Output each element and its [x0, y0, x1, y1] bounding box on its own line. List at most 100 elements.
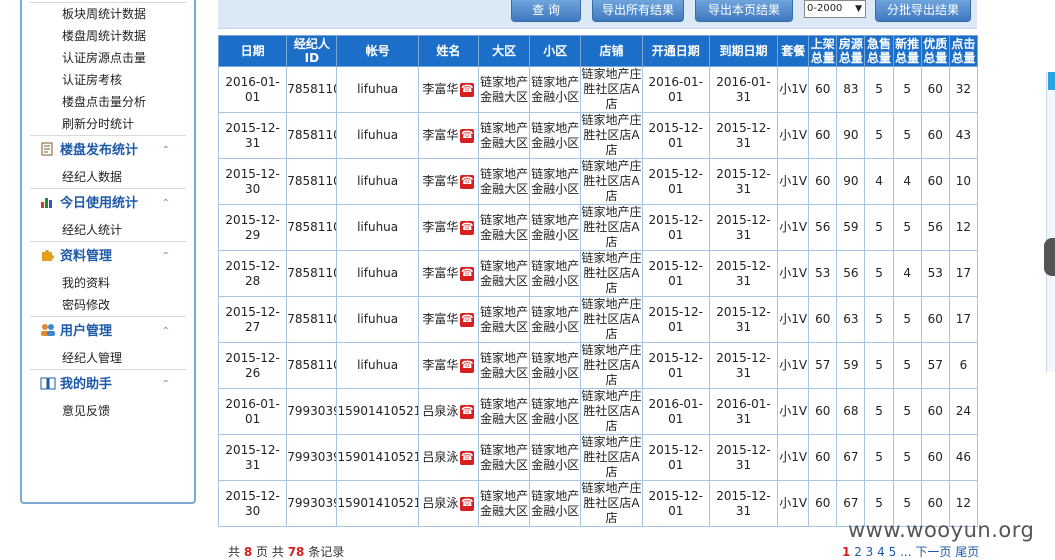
table-cell: 59	[836, 204, 866, 251]
table-cell: 56	[836, 250, 866, 297]
column-header[interactable]: 帐号	[336, 35, 419, 67]
agent-name-text: 吕泉泳	[422, 404, 459, 418]
column-header[interactable]: 急售总量	[864, 35, 894, 67]
phone-icon[interactable]: ☎	[460, 174, 475, 189]
chevron-up-icon[interactable]: ⌃	[162, 242, 170, 272]
phone-icon[interactable]: ☎	[460, 312, 475, 327]
column-header[interactable]: 店铺	[580, 35, 643, 67]
chevron-up-icon[interactable]: ⌃	[162, 136, 170, 166]
chevron-up-icon[interactable]: ⌃	[162, 370, 170, 400]
column-header[interactable]: 开通日期	[641, 35, 710, 67]
export-page-button[interactable]: 导出本页结果	[695, 0, 793, 22]
export-all-button[interactable]: 导出所有结果	[592, 0, 684, 22]
table-cell: 2015-12-31	[708, 296, 779, 343]
last-page-link[interactable]: 尾页	[955, 545, 979, 559]
table-cell: 56	[920, 204, 950, 251]
phone-icon[interactable]: ☎	[460, 358, 475, 373]
page-link[interactable]: 3	[866, 545, 874, 559]
sidebar-item[interactable]: 经纪人统计	[30, 219, 186, 241]
column-header[interactable]: 日期	[217, 35, 288, 67]
column-header[interactable]: 房源总量	[836, 35, 866, 67]
sidebar-item[interactable]: 意见反馈	[30, 400, 186, 422]
sidebar-section-header[interactable]: 用户管理 ⌃	[30, 317, 186, 347]
column-header[interactable]: 到期日期	[708, 35, 779, 67]
agent-name-text: 李富华	[422, 312, 459, 326]
table-cell: 5	[864, 388, 894, 435]
table-cell: 5	[892, 66, 922, 113]
pagination: 1 2 3 4 5 ... 下一页 尾页	[842, 543, 979, 560]
column-header[interactable]: 新推总量	[892, 35, 922, 67]
table-cell: 60	[920, 66, 950, 113]
table-cell: 2016-01-01	[641, 388, 710, 435]
sidebar-item[interactable]: 我的资料	[30, 272, 186, 294]
sidebar-item[interactable]: 经纪人管理	[30, 347, 186, 369]
sidebar-item[interactable]: 楼盘点击量分析	[22, 91, 194, 113]
chevron-up-icon[interactable]: ⌃	[162, 189, 170, 219]
table-cell: 链家地产庄胜社区店A店	[580, 434, 643, 481]
table-cell: 5	[864, 296, 894, 343]
column-header[interactable]: 点击总量	[948, 35, 979, 67]
table-cell: 2015-12-31	[217, 434, 288, 481]
table-cell: 90	[836, 158, 866, 205]
total-records: 78	[287, 545, 305, 559]
phone-icon[interactable]: ☎	[460, 82, 475, 97]
phone-icon[interactable]: ☎	[460, 128, 475, 143]
table-cell: 90	[836, 112, 866, 159]
puzzle-icon	[40, 244, 56, 261]
sidebar-item[interactable]: 板块周统计数据	[22, 3, 194, 25]
table-cell: 链家地产金融大区	[477, 158, 531, 205]
column-header[interactable]: 小区	[529, 35, 582, 67]
book-icon	[40, 372, 56, 390]
chevron-up-icon[interactable]: ⌃	[162, 317, 170, 347]
page-link[interactable]: 5	[889, 545, 897, 559]
right-edge-handle[interactable]	[1044, 238, 1055, 276]
page-link[interactable]: 2	[854, 545, 862, 559]
range-select[interactable]: 0-2000 ▼	[804, 0, 866, 18]
table-cell: 60	[808, 296, 838, 343]
phone-icon[interactable]: ☎	[460, 266, 475, 281]
table-cell: 李富华 ☎	[417, 296, 480, 343]
phone-icon[interactable]: ☎	[460, 496, 475, 511]
phone-icon[interactable]: ☎	[460, 450, 475, 465]
chevron-down-icon: ▼	[855, 4, 862, 14]
sidebar-section-header[interactable]: 我的助手 ⌃	[30, 370, 186, 400]
column-header[interactable]: 上架总量	[808, 35, 838, 67]
agent-name: 李富华 ☎	[422, 128, 475, 143]
page-link[interactable]: 4	[877, 545, 885, 559]
table-cell: 5	[864, 434, 894, 481]
table-cell: 53	[808, 250, 838, 297]
sidebar-item[interactable]: 楼盘周统计数据	[22, 25, 194, 47]
table-cell: 7858110	[286, 112, 338, 159]
column-header[interactable]: 大区	[477, 35, 531, 67]
query-button[interactable]: 查 询	[511, 0, 581, 22]
table-cell: 2015-12-01	[641, 112, 710, 159]
sidebar-item[interactable]: 认证房源点击量	[22, 47, 194, 69]
table-cell: 5	[864, 342, 894, 389]
agent-name-text: 李富华	[422, 220, 459, 234]
column-header[interactable]: 优质总量	[920, 35, 950, 67]
page-link[interactable]: 1	[842, 545, 850, 559]
table-cell: 4	[864, 158, 894, 205]
sidebar-item[interactable]: 认证房考核	[22, 69, 194, 91]
column-header[interactable]: 套餐	[777, 35, 810, 67]
column-header[interactable]: 经纪人ID	[286, 35, 338, 67]
next-page-link[interactable]: 下一页	[915, 545, 951, 559]
table-row: 2015-12-28 7858110 lifuhua 李富华 ☎ 链家地产金融大区 链家地产…	[217, 250, 979, 297]
table-cell: 链家地产金融大区	[477, 204, 531, 251]
sidebar-item[interactable]: 刷新分时统计	[22, 113, 194, 135]
sidebar-item[interactable]: 密码修改	[30, 294, 186, 316]
table-cell: 链家地产金融小区	[529, 434, 582, 481]
phone-icon[interactable]: ☎	[460, 404, 475, 419]
batch-export-button[interactable]: 分批导出结果	[875, 0, 971, 22]
phone-icon[interactable]: ☎	[460, 220, 475, 235]
right-edge-tab[interactable]	[1048, 72, 1055, 90]
table-cell: 链家地产金融大区	[477, 112, 531, 159]
summary-prefix: 共	[228, 545, 241, 559]
sidebar-section-header[interactable]: 今日使用统计 ⌃	[30, 189, 186, 219]
column-header[interactable]: 姓名	[417, 35, 480, 67]
sidebar-item[interactable]: 经纪人数据	[30, 166, 186, 188]
sidebar-section-header[interactable]: 资料管理 ⌃	[30, 242, 186, 272]
table-cell: 吕泉泳 ☎	[417, 388, 480, 435]
sidebar-section-header[interactable]: 楼盘发布统计 ⌃	[30, 136, 186, 166]
table-cell: 5	[864, 250, 894, 297]
